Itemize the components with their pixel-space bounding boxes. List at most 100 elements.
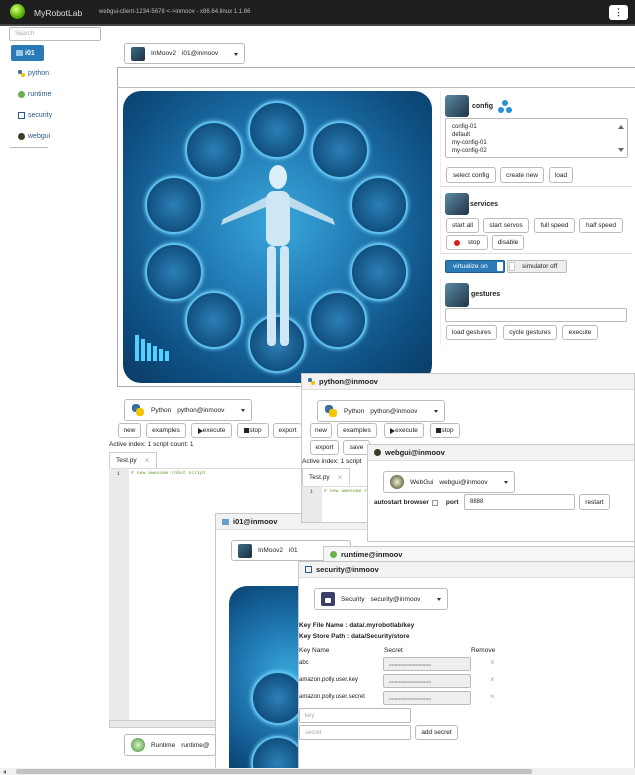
sidebar-item-security[interactable]: security xyxy=(18,112,52,119)
stop-label: stop xyxy=(441,427,454,434)
security-service-select[interactable]: Security security@inmoov xyxy=(314,588,448,610)
service-type: InMoov2 xyxy=(151,50,176,57)
new-button[interactable]: new xyxy=(118,423,141,438)
select-config-button[interactable]: select config xyxy=(446,167,496,183)
secret-field[interactable]: •••••••••••••••••••••••••••••• xyxy=(383,657,471,671)
autostart-text: autostart browser xyxy=(374,499,429,506)
scroll-down-icon[interactable] xyxy=(618,148,624,152)
code-line[interactable]: # new awesome robot script xyxy=(131,471,206,476)
code-line[interactable]: # new awesome r xyxy=(324,489,367,494)
key-input[interactable]: key xyxy=(299,708,411,723)
stop-script-button[interactable]: stop xyxy=(237,423,269,438)
sidebar-item-python[interactable]: python xyxy=(18,70,49,77)
service-type: InMoov2 xyxy=(258,547,283,554)
remove-icon[interactable]: × xyxy=(490,692,495,701)
load-button[interactable]: load xyxy=(549,167,573,183)
secret-field[interactable]: •••••••••••••••••••••••••••••• xyxy=(383,691,471,705)
full-speed-button[interactable]: full speed xyxy=(534,218,575,233)
config-option[interactable]: my-config-02 xyxy=(452,147,621,155)
tab-test-py[interactable]: Test.py × xyxy=(302,468,350,485)
gesture-execute-button[interactable]: execute xyxy=(562,325,598,340)
gestures-title: gestures xyxy=(471,291,501,298)
start-servos-button[interactable]: start servos xyxy=(483,218,529,233)
python-service-select[interactable]: Python python@inmoov xyxy=(124,399,252,421)
restart-button[interactable]: restart xyxy=(579,494,610,510)
sidebar-item-runtime[interactable]: runtime xyxy=(18,91,51,98)
new-button[interactable]: new xyxy=(310,423,332,438)
app-title[interactable]: MyRobotLab xyxy=(34,8,82,18)
table-row: abc •••••••••••••••••••••••••••••• × xyxy=(299,656,498,673)
config-option[interactable]: config-01 xyxy=(452,123,621,131)
top-bar: MyRobotLab webgui-client-1234-5678 <->in… xyxy=(0,0,635,26)
service-name: i01@inmoov xyxy=(181,50,219,57)
add-secret-button[interactable]: add secret xyxy=(415,725,458,740)
service-name: python@inmoov xyxy=(370,407,418,415)
secret-field[interactable]: •••••••••••••••••••••••••••••• xyxy=(383,674,471,688)
stop-script-button[interactable]: stop xyxy=(430,423,460,438)
config-option[interactable]: default xyxy=(452,131,621,139)
main-panel-header xyxy=(117,67,635,88)
panel-titlebar[interactable]: security@inmoov xyxy=(299,562,634,578)
page-hscrollbar[interactable] xyxy=(0,768,635,775)
save-button[interactable]: save xyxy=(343,440,370,455)
close-icon[interactable]: × xyxy=(338,473,343,482)
config-option[interactable]: my-config-01 xyxy=(452,139,621,147)
sidebar-item-label: runtime xyxy=(28,91,52,98)
panel-titlebar[interactable]: python@inmoov xyxy=(302,374,634,390)
load-gestures-button[interactable]: load gestures xyxy=(446,325,497,340)
panel-titlebar[interactable]: webgui@inmoov xyxy=(368,445,634,461)
cycle-gestures-button[interactable]: cycle gestures xyxy=(503,325,557,340)
port-input[interactable]: 8888 xyxy=(464,494,575,510)
network-icon[interactable] xyxy=(498,99,513,114)
half-speed-button[interactable]: half speed xyxy=(579,218,623,233)
simulator-off-label: simulator off xyxy=(522,263,558,270)
inmoov-robot-image xyxy=(123,91,432,383)
security-icon xyxy=(18,112,25,119)
tab-test-py[interactable]: Test.py × xyxy=(109,452,157,468)
examples-button[interactable]: examples xyxy=(337,423,377,438)
stop-button[interactable]: stop xyxy=(446,235,488,250)
export-button[interactable]: export xyxy=(310,440,339,455)
sidebar-item-i01[interactable]: i01 xyxy=(11,45,44,61)
sidebar-item-webgui[interactable]: webgui xyxy=(18,133,50,140)
execute-button[interactable]: execute xyxy=(384,423,424,438)
examples-button[interactable]: examples xyxy=(146,423,186,438)
create-new-button[interactable]: create new xyxy=(500,167,544,183)
connection-info: webgui-client-1234-5678 <->inmoov - x86.… xyxy=(99,9,251,15)
tab-label: Test.py xyxy=(309,473,330,481)
remove-icon[interactable]: × xyxy=(490,675,495,684)
disable-button[interactable]: disable xyxy=(492,235,524,250)
gesture-input[interactable] xyxy=(445,308,627,322)
search-input[interactable]: Search xyxy=(9,27,101,41)
export-button[interactable]: export xyxy=(273,423,302,438)
service-type: Python xyxy=(151,406,172,414)
runtime-icon xyxy=(18,91,25,98)
active-index-label: Active index: 1 script xyxy=(302,458,362,465)
scrollbar-thumb[interactable] xyxy=(16,769,532,774)
scroll-left-icon[interactable] xyxy=(3,770,6,774)
autostart-label: autostart browser port xyxy=(374,499,459,506)
config-icon[interactable] xyxy=(445,95,469,117)
virtualize-on-toggle[interactable]: virtualize on xyxy=(445,260,505,273)
config-list[interactable]: config-01 default my-config-01 my-config… xyxy=(445,118,628,158)
app-logo[interactable] xyxy=(10,4,25,19)
line-number: 1 xyxy=(117,471,121,477)
runtime-icon xyxy=(330,551,337,558)
scroll-up-icon[interactable] xyxy=(618,125,624,129)
webgui-service-select[interactable]: WebGui webgui@inmoov xyxy=(383,471,515,493)
python-service-select[interactable]: Python python@inmoov xyxy=(317,400,445,422)
brain-icon xyxy=(248,101,306,159)
close-icon[interactable]: × xyxy=(145,456,150,465)
gestures-icon[interactable] xyxy=(445,283,469,307)
service-select[interactable]: InMoov2 i01@inmoov xyxy=(124,43,245,64)
runtime-service-select[interactable]: Runtime runtime@ xyxy=(124,734,216,756)
editor-hscrollbar[interactable] xyxy=(109,720,219,728)
start-all-button[interactable]: start all xyxy=(446,218,479,233)
simulator-off-toggle[interactable]: simulator off xyxy=(507,260,567,273)
menu-button[interactable]: ⋮ xyxy=(609,5,628,20)
execute-button[interactable]: execute xyxy=(191,423,232,438)
autostart-checkbox[interactable] xyxy=(431,499,438,506)
secret-input[interactable]: secret xyxy=(299,725,411,740)
remove-icon[interactable]: × xyxy=(490,658,495,667)
services-icon[interactable] xyxy=(445,193,469,215)
